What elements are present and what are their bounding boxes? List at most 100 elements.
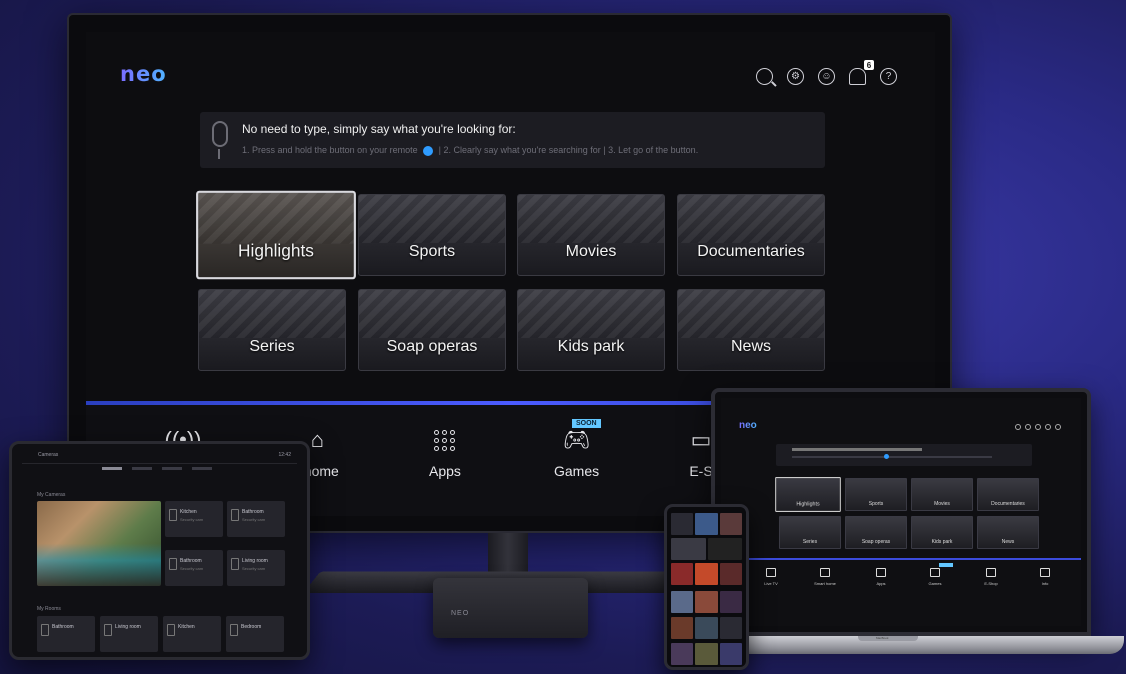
settings-icon[interactable] (1025, 424, 1031, 430)
settings-icon[interactable]: ⚙ (787, 68, 804, 85)
apps-grid-icon (876, 568, 886, 577)
card-title: Kitchen (180, 509, 197, 515)
tile-news[interactable]: News (977, 516, 1039, 549)
search-icon[interactable] (756, 68, 773, 85)
phone-content-row[interactable] (671, 538, 742, 560)
camera-icon (169, 558, 177, 570)
camera-card[interactable]: Bathroom Security cam (227, 501, 285, 537)
help-icon[interactable]: ? (880, 68, 897, 85)
tile-series[interactable]: Series (779, 516, 841, 549)
nav-games[interactable]: 🎮︎ SOON Games (554, 419, 601, 479)
nav-apps[interactable]: Apps (429, 425, 461, 479)
tile-soap-operas[interactable]: Soap operas (845, 516, 907, 549)
camera-feed-image[interactable] (37, 501, 161, 586)
camera-card[interactable]: Kitchen Security cam (165, 501, 223, 537)
soon-badge (939, 563, 953, 567)
tile-label: News (1001, 539, 1015, 545)
remote-button-icon (423, 145, 434, 156)
room-card[interactable]: Bedroom (226, 616, 284, 652)
nav-label: Live TV (764, 581, 778, 586)
voice-hint-title: No need to type, simply say what you're … (242, 122, 516, 136)
tile-sports[interactable]: Sports (845, 478, 907, 511)
search-icon[interactable] (1015, 424, 1021, 430)
nav-divider (721, 558, 1081, 560)
laptop-brand-label: MacBook (876, 636, 889, 640)
help-icon[interactable] (1055, 424, 1061, 430)
tile-highlights[interactable]: Highlights (775, 477, 841, 512)
soon-badge: SOON (572, 419, 601, 428)
tile-series[interactable]: Series (198, 289, 346, 371)
card-title: Bathroom (52, 624, 74, 630)
bell-icon[interactable]: 6 (849, 60, 874, 85)
info-icon (1040, 568, 1050, 577)
notification-count: 6 (864, 60, 874, 70)
remote-button-icon (884, 454, 889, 459)
tile-movies[interactable]: Movies (911, 478, 973, 511)
tile-kids-park[interactable]: Kids park (911, 516, 973, 549)
phone-content-row[interactable] (671, 617, 742, 639)
voice-search-hint (776, 444, 1032, 466)
tablet-tabs[interactable] (102, 467, 212, 470)
neo-logo: neo (739, 420, 757, 431)
nav-label: Games (554, 463, 600, 479)
room-card[interactable]: Kitchen (163, 616, 221, 652)
nav-label: Apps (429, 463, 461, 479)
nav-eshop[interactable]: E-Shop (973, 568, 1009, 586)
tile-artwork (678, 195, 824, 243)
phone-content-row[interactable] (671, 591, 742, 613)
tile-highlights[interactable]: Highlights (196, 190, 356, 280)
card-title: Bathroom (242, 509, 264, 515)
tile-label: Movies (565, 243, 617, 260)
tile-artwork (518, 195, 664, 243)
camera-card[interactable]: Bathroom Security cam (165, 550, 223, 586)
phone-content-row[interactable] (671, 563, 742, 585)
set-top-box: NEO (433, 578, 588, 638)
tile-movies[interactable]: Movies (517, 194, 665, 276)
tablet-title: Cameras (38, 452, 59, 458)
nav-live-tv[interactable]: Live TV (753, 568, 789, 586)
tablet-header: Cameras 12:42 (22, 452, 297, 464)
bell-icon[interactable] (1045, 424, 1051, 430)
voice-step-1: 1. Press and hold the button on your rem… (242, 145, 418, 155)
card-subtitle: Security cam (180, 566, 204, 571)
room-card[interactable]: Bathroom (37, 616, 95, 652)
tile-label: Kids park (557, 338, 625, 355)
room-icon (41, 624, 49, 636)
home-icon (820, 568, 830, 577)
phone-content-row[interactable] (671, 513, 742, 535)
room-icon (230, 624, 238, 636)
tile-artwork (198, 192, 354, 244)
voice-hint-steps: 1. Press and hold the button on your rem… (242, 145, 698, 156)
room-card[interactable]: Living room (100, 616, 158, 652)
nav-games[interactable]: Games (917, 568, 953, 586)
nav-apps[interactable]: Apps (863, 568, 899, 586)
tile-documentaries[interactable]: Documentaries (677, 194, 825, 276)
tile-documentaries[interactable]: Documentaries (977, 478, 1039, 511)
tile-artwork (359, 195, 505, 243)
nav-info[interactable]: Info (1027, 568, 1063, 586)
tile-news[interactable]: News (677, 289, 825, 371)
tile-soap-operas[interactable]: Soap operas (358, 289, 506, 371)
nav-label: Info (1041, 581, 1049, 586)
tile-artwork (199, 290, 345, 338)
apps-grid-icon (430, 425, 460, 455)
tile-artwork (678, 290, 824, 338)
phone-content-row[interactable] (671, 643, 742, 665)
card-subtitle: Security cam (242, 566, 266, 571)
tile-artwork (359, 290, 505, 338)
camera-card[interactable]: Living room Security cam (227, 550, 285, 586)
tablet-device: Cameras 12:42 My Cameras Kitchen Securit… (9, 441, 310, 660)
tile-label: Movies (934, 501, 950, 507)
tile-label: Series (249, 338, 295, 355)
tile-sports[interactable]: Sports (358, 194, 506, 276)
camera-icon (231, 558, 239, 570)
tile-kids-park[interactable]: Kids park (517, 289, 665, 371)
card-title: Living room (115, 624, 141, 630)
voice-search-hint: No need to type, simply say what you're … (200, 112, 825, 168)
nav-smart-home[interactable]: Smart home (807, 568, 843, 586)
laptop-notch: MacBook (858, 636, 918, 641)
card-title: Kitchen (178, 624, 195, 630)
profile-icon[interactable]: ☺ (818, 68, 835, 85)
profile-icon[interactable] (1035, 424, 1041, 430)
tile-label: Highlights (238, 242, 314, 261)
